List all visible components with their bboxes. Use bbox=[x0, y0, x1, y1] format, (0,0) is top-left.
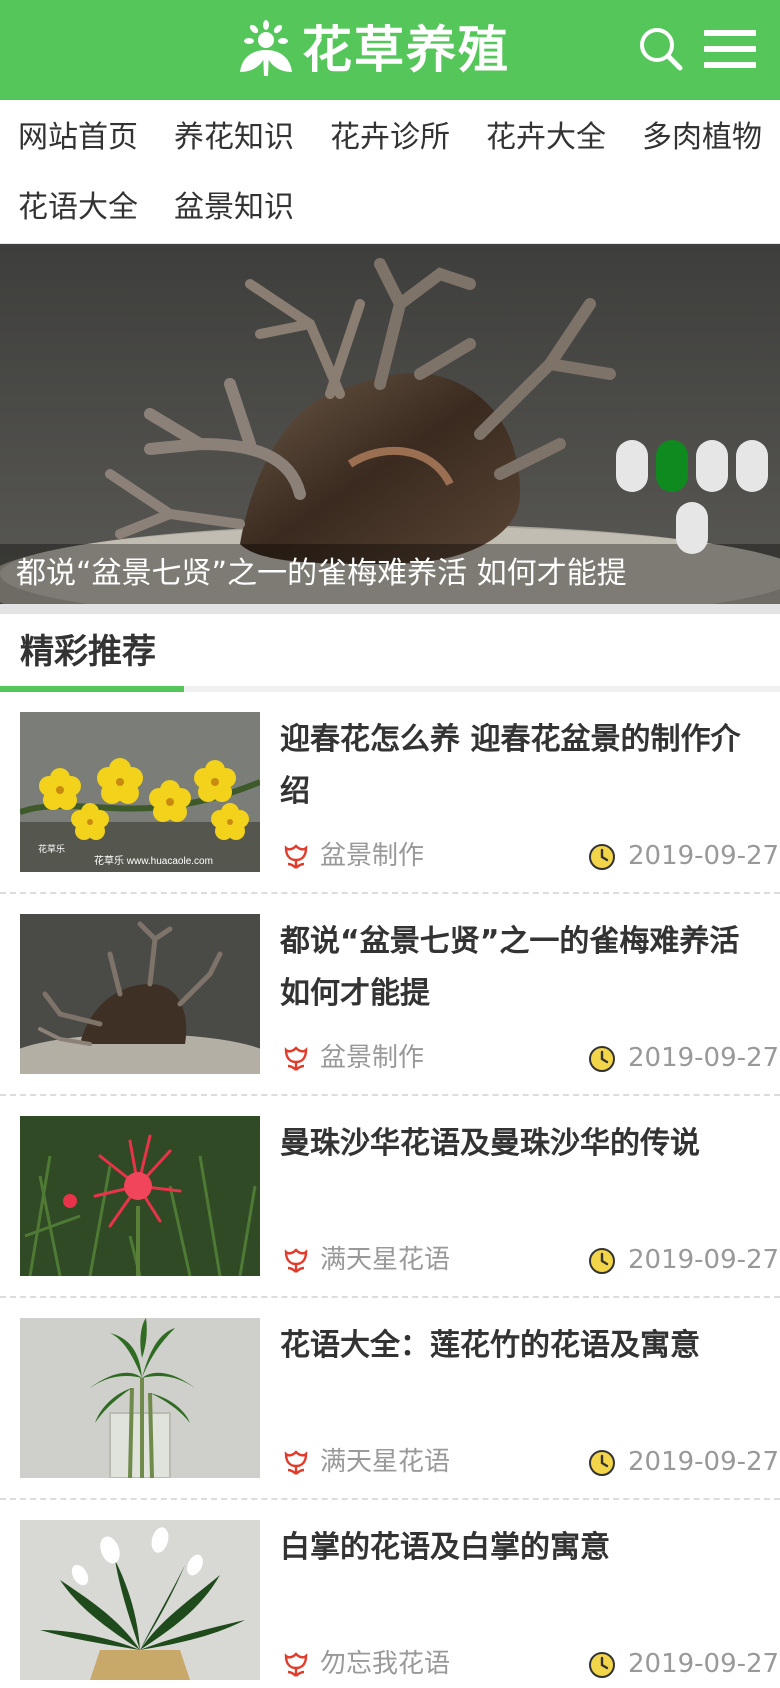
menu-icon-bar bbox=[704, 62, 756, 68]
clock-icon bbox=[589, 1652, 615, 1678]
section-title: 精彩推荐 bbox=[20, 632, 156, 672]
slide-dot-5[interactable] bbox=[676, 502, 708, 554]
article-title[interactable]: 花语大全：莲花竹的花语及寓意 bbox=[280, 1320, 766, 1372]
site-logo[interactable]: 花草养殖 bbox=[236, 14, 510, 86]
main-nav: 网站首页 养花知识 花卉诊所 花卉大全 多肉植物 花语大全 盆景知识 bbox=[0, 100, 780, 244]
slide-dot-4[interactable] bbox=[736, 440, 768, 492]
article-item[interactable]: 曼珠沙华花语及曼珠沙华的传说 满天星花语 2019-09-27 bbox=[0, 1096, 780, 1298]
nav-item-flower-clinic[interactable]: 花卉诊所 bbox=[330, 118, 450, 158]
top-header: 花草养殖 bbox=[0, 0, 780, 100]
bonsai-stump-image bbox=[20, 914, 260, 1074]
clock-icon bbox=[589, 844, 615, 870]
article-title[interactable]: 曼珠沙华花语及曼珠沙华的传说 bbox=[280, 1118, 766, 1170]
article-title[interactable]: 白掌的花语及白掌的寓意 bbox=[280, 1522, 766, 1574]
banner-slider[interactable]: 都说“盆景七贤”之一的雀梅难养活 如何才能提 bbox=[0, 244, 780, 604]
clock-icon bbox=[589, 1046, 615, 1072]
flower-logo-icon bbox=[240, 20, 292, 76]
menu-icon-bar bbox=[704, 46, 756, 52]
nav-item-succulents[interactable]: 多肉植物 bbox=[642, 118, 762, 158]
article-thumbnail[interactable] bbox=[20, 1520, 260, 1680]
article-title[interactable]: 迎春花怎么养 迎春花盆景的制作介绍 bbox=[280, 714, 766, 818]
clock-icon bbox=[589, 1450, 615, 1476]
article-category[interactable]: 勿忘我花语 bbox=[320, 1644, 450, 1684]
article-category[interactable]: 满天星花语 bbox=[320, 1240, 450, 1280]
article-date: 2019-09-27 bbox=[628, 1245, 780, 1275]
flower-category-icon bbox=[284, 1450, 308, 1475]
red-spider-lily-image bbox=[20, 1116, 260, 1276]
watermark-left: 花草乐 bbox=[38, 843, 65, 854]
article-thumbnail[interactable] bbox=[20, 1318, 260, 1478]
nav-item-flower-knowledge[interactable]: 养花知识 bbox=[174, 118, 294, 158]
menu-icon bbox=[704, 30, 756, 36]
search-button[interactable] bbox=[638, 26, 684, 72]
article-date: 2019-09-27 bbox=[628, 841, 780, 871]
article-item[interactable]: 花语大全：莲花竹的花语及寓意 满天星花语 2019-09-27 bbox=[0, 1298, 780, 1500]
banner-bottom-strip bbox=[0, 604, 780, 614]
watermark-right: 花草乐 www.huacaole.com bbox=[94, 854, 213, 867]
menu-button[interactable] bbox=[704, 28, 758, 72]
article-thumbnail[interactable]: 花草乐 花草乐 www.huacaole.com bbox=[20, 712, 260, 872]
banner-caption[interactable]: 都说“盆景七贤”之一的雀梅难养活 如何才能提 bbox=[16, 552, 656, 596]
flower-category-icon bbox=[284, 844, 308, 869]
slide-dot-1[interactable] bbox=[616, 440, 648, 492]
article-date: 2019-09-27 bbox=[628, 1447, 780, 1477]
search-icon bbox=[640, 28, 683, 71]
article-category[interactable]: 盆景制作 bbox=[320, 1038, 424, 1078]
article-item[interactable]: 都说“盆景七贤”之一的雀梅难养活 如何才能提 盆景制作 2019-09-27 bbox=[0, 894, 780, 1096]
article-thumbnail[interactable] bbox=[20, 914, 260, 1074]
clock-icon bbox=[589, 1248, 615, 1274]
lucky-bamboo-image bbox=[20, 1318, 260, 1478]
article-item[interactable]: 白掌的花语及白掌的寓意 勿忘我花语 2019-09-27 bbox=[0, 1500, 780, 1688]
article-title[interactable]: 都说“盆景七贤”之一的雀梅难养活 如何才能提 bbox=[280, 916, 766, 1020]
flower-category-icon bbox=[284, 1046, 308, 1071]
nav-item-bonsai-knowledge[interactable]: 盆景知识 bbox=[174, 188, 294, 228]
yellow-jasmine-image: 花草乐 花草乐 www.huacaole.com bbox=[20, 712, 260, 872]
article-thumbnail[interactable] bbox=[20, 1116, 260, 1276]
site-title: 花草养殖 bbox=[302, 20, 510, 79]
article-category[interactable]: 满天星花语 bbox=[320, 1442, 450, 1482]
article-item[interactable]: 花草乐 花草乐 www.huacaole.com 迎春花怎么养 迎春花盆景的制作… bbox=[0, 692, 780, 894]
flower-category-icon bbox=[284, 1248, 308, 1273]
slide-dot-3[interactable] bbox=[696, 440, 728, 492]
peace-lily-image bbox=[20, 1520, 260, 1680]
nav-item-flower-encyclopedia[interactable]: 花卉大全 bbox=[486, 118, 606, 158]
flower-category-icon bbox=[284, 1652, 308, 1677]
article-date: 2019-09-27 bbox=[628, 1043, 780, 1073]
nav-item-home[interactable]: 网站首页 bbox=[18, 118, 138, 158]
article-category[interactable]: 盆景制作 bbox=[320, 836, 424, 876]
nav-item-flower-language[interactable]: 花语大全 bbox=[18, 188, 138, 228]
article-date: 2019-09-27 bbox=[628, 1649, 780, 1679]
slide-dot-2[interactable] bbox=[656, 440, 688, 492]
